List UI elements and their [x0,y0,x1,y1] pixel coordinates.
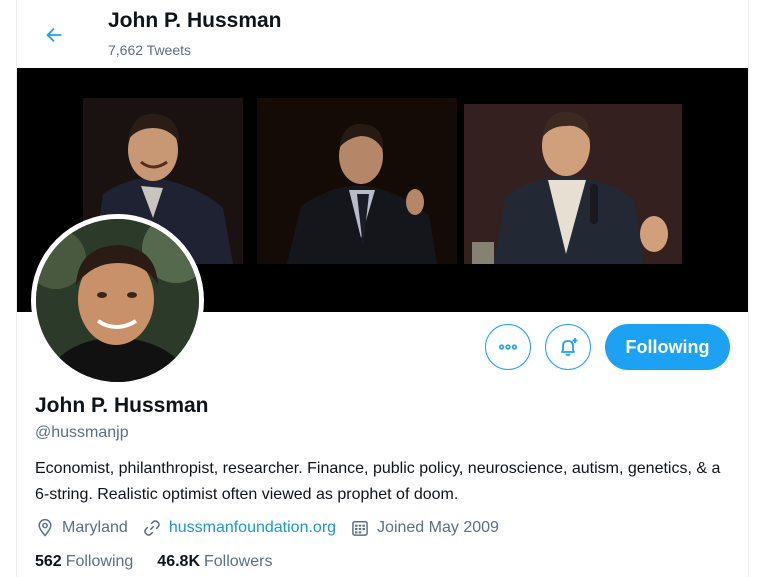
banner-photo-right [464,104,682,264]
following-count-link[interactable]: 562 Following [35,553,133,571]
more-icon [498,344,518,350]
location-text: Maryland [62,519,128,536]
following-button[interactable]: Following [605,324,730,370]
location: Maryland [35,518,128,538]
website: hussmanfoundation.org [142,518,336,538]
joined-date: Joined May 2009 [350,518,499,538]
followers-label: Followers [204,553,273,570]
profile-avatar-ring [31,214,204,387]
tweet-count: 7,662 Tweets [108,42,192,58]
followers-count: 46.8K [157,553,200,570]
profile-bio: Economist, philanthropist, researcher. F… [35,460,721,503]
following-label: Following [65,553,134,570]
notification-bell-icon [561,338,578,356]
header-name: John P. Hussman [108,9,282,32]
profile-name: John P. Hussman [35,394,209,417]
profile-column: John P. Hussman 7,662 Tweets Following J… [16,0,749,577]
back-arrow-icon [46,27,62,43]
website-link[interactable]: hussmanfoundation.org [169,519,336,537]
notifications-button[interactable] [545,324,591,370]
banner-photo-center [257,98,457,264]
profile-header: John P. Hussman 7,662 Tweets [17,0,748,68]
followers-count-link[interactable]: 46.8K Followers [157,553,272,571]
following-count: 562 [35,553,62,570]
calendar-icon [352,521,368,536]
profile-handle: @hussmanjp [35,424,129,441]
link-icon [143,520,160,536]
more-button[interactable] [485,324,531,370]
avatar[interactable] [36,219,199,382]
profile-meta: Maryland hussmanfoundation.org Joined Ma… [35,515,513,541]
back-button[interactable] [37,18,71,52]
joined-text: Joined May 2009 [377,519,499,536]
location-icon [38,518,52,537]
follow-counts: 562 Following 46.8K Followers [35,553,296,571]
